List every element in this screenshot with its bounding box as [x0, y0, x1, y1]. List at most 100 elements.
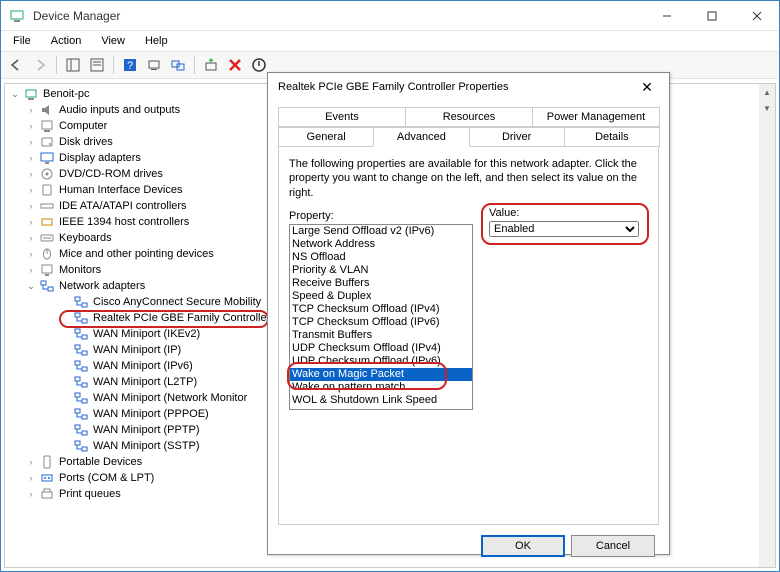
tree-item-label: Human Interface Devices	[57, 184, 183, 196]
tree-item-label: IDE ATA/ATAPI controllers	[57, 200, 187, 212]
tab-page-advanced: The following properties are available f…	[278, 147, 659, 525]
expand-icon[interactable]: ›	[25, 264, 37, 276]
properties-button[interactable]	[86, 54, 108, 76]
property-option[interactable]: Speed & Duplex	[290, 290, 472, 303]
update-driver-button[interactable]	[200, 54, 222, 76]
menu-action[interactable]: Action	[43, 33, 90, 49]
forward-button[interactable]	[29, 54, 51, 76]
expand-icon[interactable]: ›	[25, 184, 37, 196]
value-select[interactable]: Enabled	[489, 221, 639, 237]
expand-icon[interactable]: ›	[25, 216, 37, 228]
ide-icon	[39, 198, 55, 214]
computer-icon	[39, 118, 55, 134]
tab-events[interactable]: Events	[278, 107, 406, 127]
collapse-icon[interactable]: ⌄	[9, 88, 21, 100]
no-expander	[59, 424, 71, 436]
net-icon	[73, 438, 89, 454]
tree-item-label: WAN Miniport (PPPOE)	[91, 408, 209, 420]
tree-item-label: Realtek PCIe GBE Family Controller	[91, 312, 270, 324]
property-option[interactable]: WOL & Shutdown Link Speed	[290, 394, 472, 407]
no-expander	[59, 296, 71, 308]
minimize-button[interactable]	[644, 1, 689, 30]
expand-icon[interactable]: ›	[25, 488, 37, 500]
speaker-icon	[39, 102, 55, 118]
no-expander	[59, 408, 71, 420]
expand-icon[interactable]: ›	[25, 248, 37, 260]
help-button[interactable]: ?	[119, 54, 141, 76]
printer-icon	[39, 486, 55, 502]
property-option[interactable]: Receive Buffers	[290, 277, 472, 290]
monitor-icon	[39, 262, 55, 278]
ok-button[interactable]: OK	[481, 535, 565, 557]
network-icon	[39, 278, 55, 294]
tree-item-label: Computer	[57, 120, 107, 132]
expand-icon[interactable]: ›	[25, 472, 37, 484]
no-expander	[59, 392, 71, 404]
property-option[interactable]: UDP Checksum Offload (IPv6)	[290, 355, 472, 368]
keyboard-icon	[39, 230, 55, 246]
property-option[interactable]: Large Send Offload v2 (IPv6)	[290, 225, 472, 238]
tab-resources[interactable]: Resources	[405, 107, 533, 127]
no-expander	[59, 312, 71, 324]
scan-hardware-button[interactable]	[143, 54, 165, 76]
property-option[interactable]: Transmit Buffers	[290, 329, 472, 342]
no-expander	[59, 344, 71, 356]
tree-item-label: Network adapters	[57, 280, 145, 292]
property-option[interactable]: UDP Checksum Offload (IPv4)	[290, 342, 472, 355]
expand-icon[interactable]: ›	[25, 104, 37, 116]
ieee-icon	[39, 214, 55, 230]
property-option[interactable]: TCP Checksum Offload (IPv4)	[290, 303, 472, 316]
titlebar: Device Manager	[1, 1, 779, 31]
tab-details[interactable]: Details	[564, 127, 660, 147]
tree-scrollbar[interactable]: ▲ ▼	[759, 84, 775, 567]
scroll-up-icon[interactable]: ▲	[759, 84, 775, 100]
back-button[interactable]	[5, 54, 27, 76]
tab-driver[interactable]: Driver	[469, 127, 565, 147]
no-expander	[59, 360, 71, 372]
dialog-close-button[interactable]: ✕	[635, 79, 659, 96]
close-button[interactable]	[734, 1, 779, 30]
uninstall-button[interactable]	[224, 54, 246, 76]
tree-item-label: Disk drives	[57, 136, 113, 148]
tree-item-label: Benoit-pc	[41, 88, 89, 100]
maximize-button[interactable]	[689, 1, 734, 30]
property-option[interactable]: Network Address	[290, 238, 472, 251]
property-option[interactable]: Wake on pattern match	[290, 381, 472, 394]
property-option[interactable]: TCP Checksum Offload (IPv6)	[290, 316, 472, 329]
expand-icon[interactable]: ›	[25, 168, 37, 180]
properties-dialog: Realtek PCIe GBE Family Controller Prope…	[267, 72, 670, 555]
expand-icon[interactable]: ›	[25, 120, 37, 132]
property-listbox[interactable]: Large Send Offload v2 (IPv6)Network Addr…	[289, 224, 473, 410]
collapse-icon[interactable]: ⌄	[25, 280, 37, 292]
net-icon	[73, 406, 89, 422]
menu-file[interactable]: File	[5, 33, 39, 49]
tree-item-label: WAN Miniport (PPTP)	[91, 424, 200, 436]
tab-advanced[interactable]: Advanced	[373, 127, 469, 147]
expand-icon[interactable]: ›	[25, 152, 37, 164]
devices-button[interactable]	[167, 54, 189, 76]
app-icon	[7, 6, 27, 26]
tab-power-management[interactable]: Power Management	[532, 107, 660, 127]
hid-icon	[39, 182, 55, 198]
cd-icon	[39, 166, 55, 182]
property-option[interactable]: NS Offload	[290, 251, 472, 264]
tree-item-label: WAN Miniport (IP)	[91, 344, 181, 356]
tab-general[interactable]: General	[278, 127, 374, 147]
expand-icon[interactable]: ›	[25, 136, 37, 148]
menu-help[interactable]: Help	[137, 33, 176, 49]
menubar: File Action View Help	[1, 31, 779, 51]
property-option[interactable]: Wake on Magic Packet	[290, 368, 472, 381]
expand-icon[interactable]: ›	[25, 200, 37, 212]
tree-item-label: Keyboards	[57, 232, 112, 244]
device-manager-window: Device Manager File Action View Help ? ⌄…	[0, 0, 780, 572]
scroll-down-icon[interactable]: ▼	[759, 100, 775, 116]
show-hide-tree-button[interactable]	[62, 54, 84, 76]
menu-view[interactable]: View	[93, 33, 133, 49]
cancel-button[interactable]: Cancel	[571, 535, 655, 557]
property-option[interactable]: Priority & VLAN	[290, 264, 472, 277]
expand-icon[interactable]: ›	[25, 232, 37, 244]
expand-icon[interactable]: ›	[25, 456, 37, 468]
tree-item-label: Print queues	[57, 488, 121, 500]
value-label: Value:	[489, 207, 639, 219]
tree-item-label: WAN Miniport (IPv6)	[91, 360, 193, 372]
